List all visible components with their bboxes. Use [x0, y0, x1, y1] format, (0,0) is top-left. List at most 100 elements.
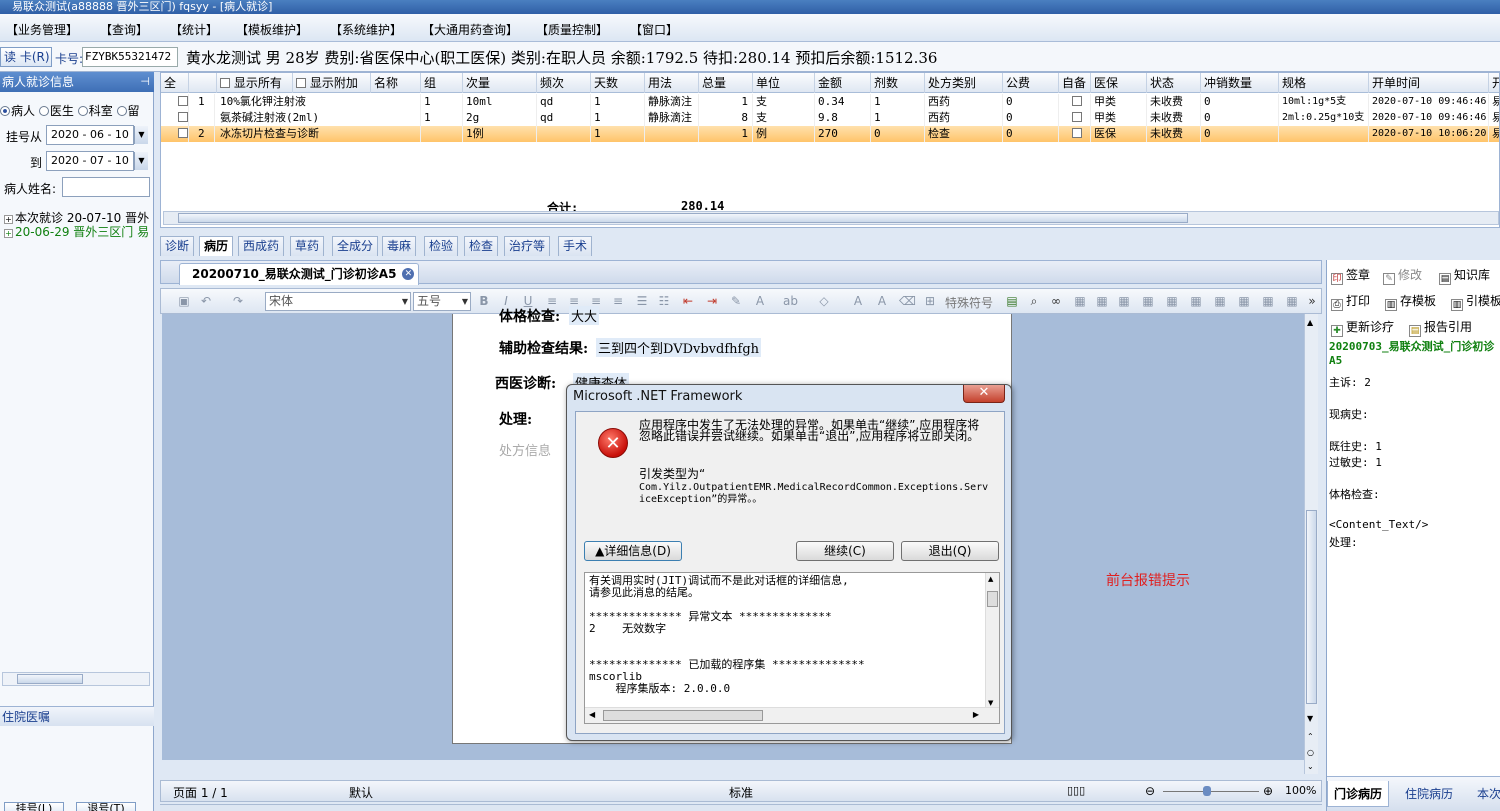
record-title[interactable]: 20200703_易联众测试_门诊初诊A5	[1329, 340, 1499, 368]
print-button[interactable]: ⎙ 打印	[1331, 292, 1370, 311]
list-number-icon[interactable]: ☷	[657, 294, 671, 308]
register-button[interactable]: 挂号(L)	[4, 802, 64, 811]
show-all-checkbox[interactable]	[220, 78, 230, 88]
scroll-thumb[interactable]	[987, 591, 998, 607]
col-own[interactable]: 自备	[1059, 73, 1091, 93]
tab-examination[interactable]: 检查	[464, 236, 499, 256]
table-split-icon[interactable]: ▦	[1213, 294, 1227, 308]
details-vscroll[interactable]: ▲ ▼	[985, 573, 999, 709]
row-checkbox[interactable]	[178, 96, 188, 106]
search-icon[interactable]: ⌕	[1027, 294, 1041, 308]
zoom-slider-handle[interactable]	[1203, 786, 1211, 796]
document-tab[interactable]: 20200710_易联众测试_门诊初诊A5 ✕	[179, 263, 420, 285]
own-checkbox[interactable]	[1072, 112, 1082, 122]
eraser-icon[interactable]: ⌫	[899, 294, 916, 308]
col-all[interactable]: 全	[161, 73, 189, 93]
col-show-all[interactable]: 显示所有	[217, 73, 293, 93]
tab-surgery[interactable]: 手术	[558, 236, 593, 256]
chevron-down-icon[interactable]: ▼	[1307, 714, 1313, 723]
sign-button[interactable]: 印签章	[1331, 266, 1370, 285]
col-extra[interactable]: 开	[1489, 73, 1499, 93]
own-checkbox[interactable]	[1072, 96, 1082, 106]
table-merge-icon[interactable]: ▦	[1189, 294, 1203, 308]
subscript-icon[interactable]: A	[875, 294, 889, 308]
special-symbol-button[interactable]: 特殊符号	[945, 294, 993, 311]
scroll-thumb[interactable]	[603, 710, 763, 721]
tab-lab-test[interactable]: 检验	[424, 236, 459, 256]
col-offset[interactable]: 冲销数量	[1201, 73, 1279, 93]
table-border-icon[interactable]: ▦	[1237, 294, 1251, 308]
redo-icon[interactable]: ↷	[231, 294, 245, 308]
font-select[interactable]: 宋体 ▼	[265, 292, 411, 311]
save-icon[interactable]: ▣	[177, 294, 191, 308]
font-size-select[interactable]: 五号 ▼	[413, 292, 471, 311]
load-template-button[interactable]: ▥ 引模板	[1451, 292, 1500, 311]
table-delete-icon[interactable]: ▦	[1117, 294, 1131, 308]
table-prop-icon[interactable]: ▦	[1261, 294, 1275, 308]
tab-medical-record[interactable]: 病历	[199, 236, 234, 256]
table-col-icon[interactable]: ▦	[1165, 294, 1179, 308]
zoom-out-icon[interactable]: ⊖	[1145, 784, 1155, 798]
details-hscroll[interactable]: ◀ ▶	[585, 707, 999, 723]
table-row-icon[interactable]: ▦	[1141, 294, 1155, 308]
tab-current[interactable]: 本次	[1471, 781, 1500, 807]
table-icon[interactable]: ▦	[1073, 294, 1087, 308]
tab-western-medicine[interactable]: 西成药	[238, 236, 285, 256]
reg-from-date[interactable]: 2020 - 06 - 10	[46, 125, 134, 145]
report-reference-button[interactable]: ▤ 报告引用	[1409, 318, 1472, 337]
col-doses[interactable]: 剂数	[871, 73, 925, 93]
table-row[interactable]: 1 10%氯化钾注射液 1 10ml qd 1 静脉滴注 1 支 0.34 1 …	[161, 94, 1499, 110]
col-freq[interactable]: 频次	[537, 73, 591, 93]
tab-outpatient-record[interactable]: 门诊病历	[1327, 781, 1390, 807]
scroll-thumb[interactable]	[1306, 510, 1317, 704]
save-template-button[interactable]: ▥ 存模板	[1385, 292, 1436, 311]
menu-query[interactable]: 【查询】	[100, 21, 148, 38]
radio-patient[interactable]: 病人	[0, 104, 35, 118]
page-icon[interactable]: ○	[1307, 748, 1314, 757]
menu-template[interactable]: 【模板维护】	[236, 21, 308, 38]
edit-button[interactable]: ✎ 修改	[1383, 266, 1422, 285]
bold-icon[interactable]: B	[477, 294, 491, 308]
col-unit[interactable]: 单位	[753, 73, 815, 93]
col-amount[interactable]: 金额	[815, 73, 871, 93]
tab-diagnosis[interactable]: 诊断	[160, 236, 195, 256]
col-days[interactable]: 天数	[591, 73, 645, 93]
menu-business[interactable]: 【业务管理】	[6, 21, 78, 38]
undo-icon[interactable]: ↶	[199, 294, 213, 308]
reg-to-date[interactable]: 2020 - 07 - 10	[46, 151, 134, 171]
close-icon[interactable]: ✕	[402, 268, 415, 280]
col-time[interactable]: 开单时间	[1369, 73, 1489, 93]
page-up-icon[interactable]: ⌃	[1307, 732, 1314, 741]
close-icon[interactable]: ✕	[963, 385, 1005, 403]
menu-quality[interactable]: 【质量控制】	[536, 21, 608, 38]
col-status[interactable]: 状态	[1147, 73, 1201, 93]
table-fit-icon[interactable]: ▦	[1285, 294, 1299, 308]
col-usage[interactable]: 用法	[645, 73, 699, 93]
chevron-down-icon[interactable]: ▼	[402, 293, 408, 310]
chevron-down-icon[interactable]: ▼	[134, 126, 148, 144]
zoom-in-icon[interactable]: ⊕	[1263, 784, 1273, 798]
scroll-thumb[interactable]	[178, 213, 1188, 223]
read-card-button[interactable]: 读 卡(R)	[0, 47, 52, 67]
details-button[interactable]: ▲详细信息(D)	[584, 541, 682, 561]
tab-treatment[interactable]: 治疗等	[504, 236, 551, 256]
show-extra-checkbox[interactable]	[296, 78, 306, 88]
col-show-extra[interactable]: 显示附加	[293, 73, 371, 93]
tab-inpatient-record[interactable]: 住院病历	[1399, 781, 1459, 807]
knowledge-button[interactable]: ▤ 知识库	[1439, 266, 1490, 285]
font-color-icon[interactable]: A	[753, 294, 767, 308]
grid-icon[interactable]: ⊞	[923, 294, 937, 308]
aux-exam-value[interactable]: 三到四个到DVDvbvdfhfgh	[596, 338, 762, 357]
superscript-icon[interactable]: A	[851, 294, 865, 308]
chevron-down-icon[interactable]: ▼	[462, 293, 468, 310]
menu-stats[interactable]: 【统计】	[170, 21, 218, 38]
exam-value[interactable]: 大大	[569, 306, 600, 325]
quit-button[interactable]: 退出(Q)	[901, 541, 999, 561]
format-brush-icon[interactable]: ✎	[729, 294, 743, 308]
binoculars-icon[interactable]: ∞	[1049, 294, 1063, 308]
pin-icon[interactable]: ⊣	[140, 72, 150, 92]
tab-narcotics[interactable]: 毒麻	[382, 236, 417, 256]
tab-herbal[interactable]: 草药	[290, 236, 325, 256]
col-rx-type[interactable]: 处方类别	[925, 73, 1003, 93]
col-dose[interactable]: 次量	[463, 73, 537, 93]
